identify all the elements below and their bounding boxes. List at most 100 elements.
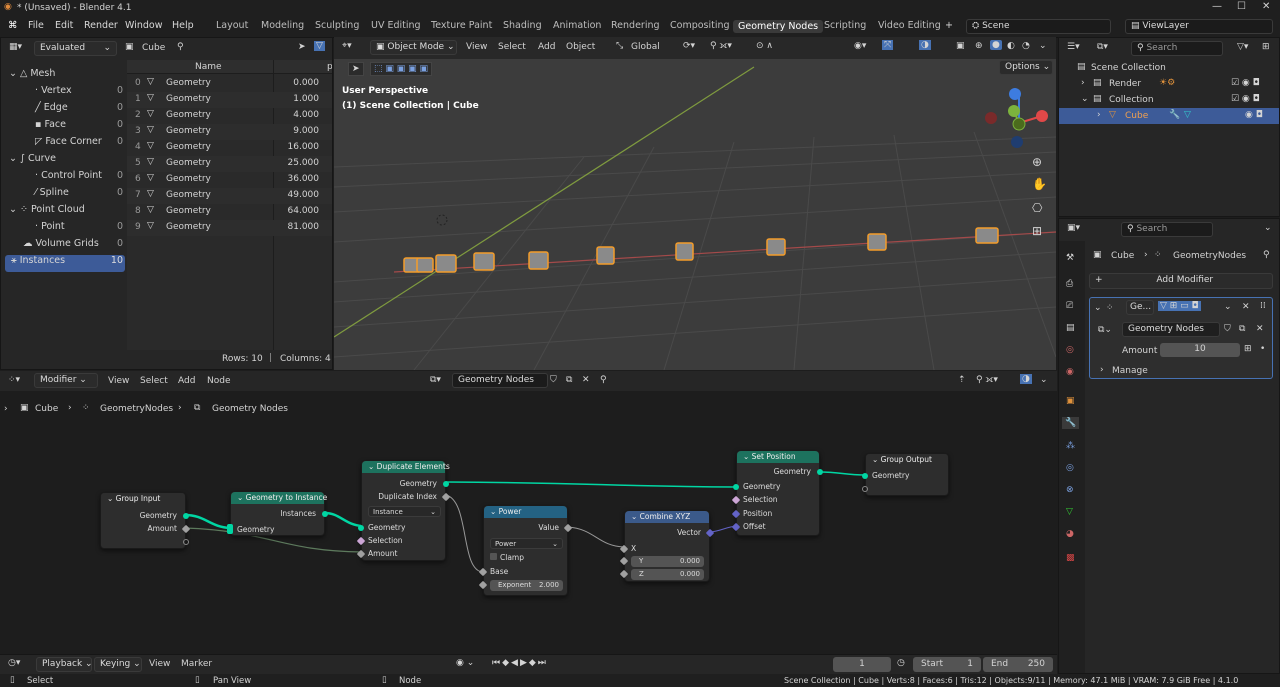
modifier-tab-icon[interactable]: 🔧 — [1062, 417, 1080, 429]
node-geometry-to-instance[interactable]: ⌄ Geometry to Instance Instances Geometr… — [227, 491, 328, 536]
end-frame-field[interactable]: End 250 — [983, 657, 1053, 672]
node-group-field[interactable]: Geometry Nodes — [1122, 322, 1220, 337]
start-frame-field[interactable]: Start 1 — [913, 657, 981, 672]
menu-help[interactable]: Help — [172, 20, 194, 31]
column-header-p[interactable]: p — [327, 62, 332, 72]
table-row[interactable]: 4 ▽ Geometry 16.000 — [127, 140, 332, 156]
evaluation-mode-dropdown[interactable]: Evaluated ⌄ — [34, 41, 117, 56]
visibility-icon[interactable]: ◉▾ — [854, 41, 866, 51]
socket-geometry-out[interactable] — [183, 513, 189, 519]
tree-point[interactable]: · Point 0 — [5, 221, 125, 238]
table-row[interactable]: 7 ▽ Geometry 49.000 — [127, 188, 332, 204]
tree-instances[interactable]: ⚹ Instances 10 — [5, 255, 125, 272]
tree-curve[interactable]: ⌄ ∫ Curve — [5, 153, 125, 170]
select-box-icon[interactable]: ⬚ ▣ ▣ ▣ ▣ — [370, 62, 432, 76]
fake-user-icon[interactable]: ⛉ — [1224, 324, 1231, 334]
domain-dropdown[interactable]: Instance ⌄ — [368, 506, 441, 517]
node-set-position[interactable]: ⌄ Set Position Geometry Geometry Selecti… — [731, 450, 823, 536]
socket-geometry-out[interactable] — [443, 481, 449, 487]
particles-tab-icon[interactable]: ⁂ — [1066, 441, 1075, 451]
socket-empty-in[interactable] — [862, 486, 868, 492]
display-mode-icon[interactable]: ⧉▾ — [1097, 42, 1108, 52]
attribute-toggle-icon[interactable]: ⊞ — [1244, 344, 1252, 354]
keying-dropdown[interactable]: Keying ⌄ — [94, 657, 142, 672]
rendered-shading-icon[interactable]: ◔ — [1022, 41, 1030, 51]
table-row[interactable]: 8 ▽ Geometry 64.000 — [127, 204, 332, 220]
node-power[interactable]: ⌄ Power Value Power ⌄ Clamp Base Exponent… — [478, 505, 573, 596]
minimize-icon[interactable]: — — [1212, 1, 1222, 12]
table-row[interactable]: 2 ▽ Geometry 4.000 — [127, 108, 332, 124]
remove-modifier-icon[interactable]: ✕ — [1242, 302, 1250, 312]
options-dropdown[interactable]: Options ⌄ — [999, 60, 1053, 75]
tab-layout[interactable]: Layout — [212, 20, 252, 31]
checkbox-icon[interactable]: ☑ ◉ ◘ — [1231, 94, 1260, 104]
world-tab-icon[interactable]: ◉ — [1066, 367, 1074, 377]
table-row[interactable]: 3 ▽ Geometry 9.000 — [127, 124, 332, 140]
exponent-field[interactable]: Exponent 2.000 — [490, 580, 563, 591]
constraints-tab-icon[interactable]: ⊗ — [1066, 485, 1074, 495]
playback-dropdown[interactable]: Playback ⌄ — [36, 657, 93, 672]
editor-type-icon[interactable]: ▦▾ — [9, 42, 22, 52]
table-row[interactable]: 0 ▽ Geometry 0.000 — [127, 76, 332, 92]
tab-compositing[interactable]: Compositing — [666, 20, 734, 31]
pin-icon[interactable]: ⚲ — [1263, 250, 1270, 260]
add-workspace-icon[interactable]: + — [945, 20, 953, 31]
socket-instances-out[interactable] — [322, 511, 328, 517]
chevron-down-icon[interactable]: ⌄ — [1094, 303, 1102, 313]
navigation-gizmo[interactable] — [979, 85, 1049, 150]
auto-keying-icon[interactable]: ◉ ⌄ — [456, 658, 474, 668]
object-mode-dropdown[interactable]: ▣ Object Mode ⌄ — [370, 40, 457, 55]
outliner-search-input[interactable]: ⚲ Search — [1131, 41, 1223, 56]
socket-geometry-in[interactable] — [862, 473, 868, 479]
editor-type-icon[interactable]: ◷▾ — [8, 658, 20, 668]
pivot-icon[interactable]: ⟳▾ — [683, 41, 695, 51]
table-row[interactable]: 9 ▽ Geometry 81.000 — [127, 220, 332, 236]
menu-object[interactable]: Object — [566, 42, 595, 52]
socket-geometry-in[interactable] — [358, 525, 364, 531]
menu-view[interactable]: View — [149, 659, 170, 669]
view-layer-tab-icon[interactable]: ▤ — [1066, 323, 1075, 333]
tree-face[interactable]: ▪ Face 0 — [5, 119, 125, 136]
node-group-output[interactable]: ⌄ Group Output Geometry — [862, 453, 949, 496]
unlink-icon[interactable]: ✕ — [1256, 324, 1264, 334]
editor-type-icon[interactable]: ☰▾ — [1067, 42, 1080, 52]
drag-handle-icon[interactable]: ⁞⁞ — [1260, 301, 1266, 311]
material-shading-icon[interactable]: ◐ — [1007, 41, 1015, 51]
xray-icon[interactable]: ▣ — [956, 41, 965, 51]
outliner-row-render[interactable]: › ▤ Render ☀⚙ ☑ ◉ ◘ — [1059, 76, 1279, 92]
tree-point-cloud[interactable]: ⌄ ⁘ Point Cloud — [5, 204, 125, 221]
zoom-icon[interactable]: ⊕ — [1032, 155, 1042, 169]
blender-menu-icon[interactable]: ⌘ — [8, 20, 18, 31]
chevron-right-icon[interactable]: › — [1100, 365, 1104, 375]
selected-only-icon[interactable]: ➤ — [298, 42, 306, 52]
menu-render[interactable]: Render — [84, 20, 118, 31]
tree-vertex[interactable]: · Vertex 0 — [5, 85, 125, 102]
pan-hand-icon[interactable]: ✋ — [1032, 177, 1047, 191]
filter-icon[interactable]: ▽ — [314, 41, 325, 51]
wireframe-shading-icon[interactable]: ⊕ — [975, 41, 983, 51]
properties-search-input[interactable]: ⚲ Search — [1121, 222, 1213, 237]
tree-control-point[interactable]: · Control Point 0 — [5, 170, 125, 187]
node-combine-xyz[interactable]: ⌄ Combine XYZ Vector X Y 0.000 Z 0.000 — [619, 510, 715, 582]
edit-mode-toggle-icon[interactable]: ▽ ⊞ ▭ ◘ — [1158, 301, 1201, 311]
manage-panel[interactable]: Manage — [1112, 366, 1148, 376]
render-tab-icon[interactable]: ⎙ — [1066, 279, 1073, 289]
3d-viewport[interactable]: ⌖▾ ▣ Object Mode ⌄ View Select Add Objec… — [334, 37, 1056, 370]
tool-tab-icon[interactable]: ⚒ — [1066, 253, 1074, 263]
snap-icon[interactable]: ⚲ ⟗▾ — [710, 41, 732, 51]
tab-video-editing[interactable]: Video Editing — [874, 20, 945, 31]
close-window-icon[interactable]: ✕ — [1262, 1, 1270, 12]
proportional-edit-icon[interactable]: ⊙ ∧ — [756, 41, 773, 51]
camera-icon[interactable]: ⎔ — [1032, 201, 1042, 215]
menu-select[interactable]: Select — [498, 42, 526, 52]
tab-sculpting[interactable]: Sculpting — [311, 20, 363, 31]
tree-face-corner[interactable]: ◸ Face Corner 0 — [5, 136, 125, 153]
tab-uv-editing[interactable]: UV Editing — [367, 20, 425, 31]
eye-icon[interactable]: ◉ ◘ — [1245, 110, 1263, 120]
table-row[interactable]: 1 ▽ Geometry 1.000 — [127, 92, 332, 108]
menu-edit[interactable]: Edit — [55, 20, 73, 31]
tab-modeling[interactable]: Modeling — [257, 20, 308, 31]
outliner-row-cube[interactable]: › ▽ Cube 🔧 ▽ ◉ ◘ — [1059, 108, 1279, 124]
chevron-down-icon[interactable]: ⌄ — [1224, 302, 1232, 312]
socket-empty-out[interactable] — [183, 539, 189, 545]
